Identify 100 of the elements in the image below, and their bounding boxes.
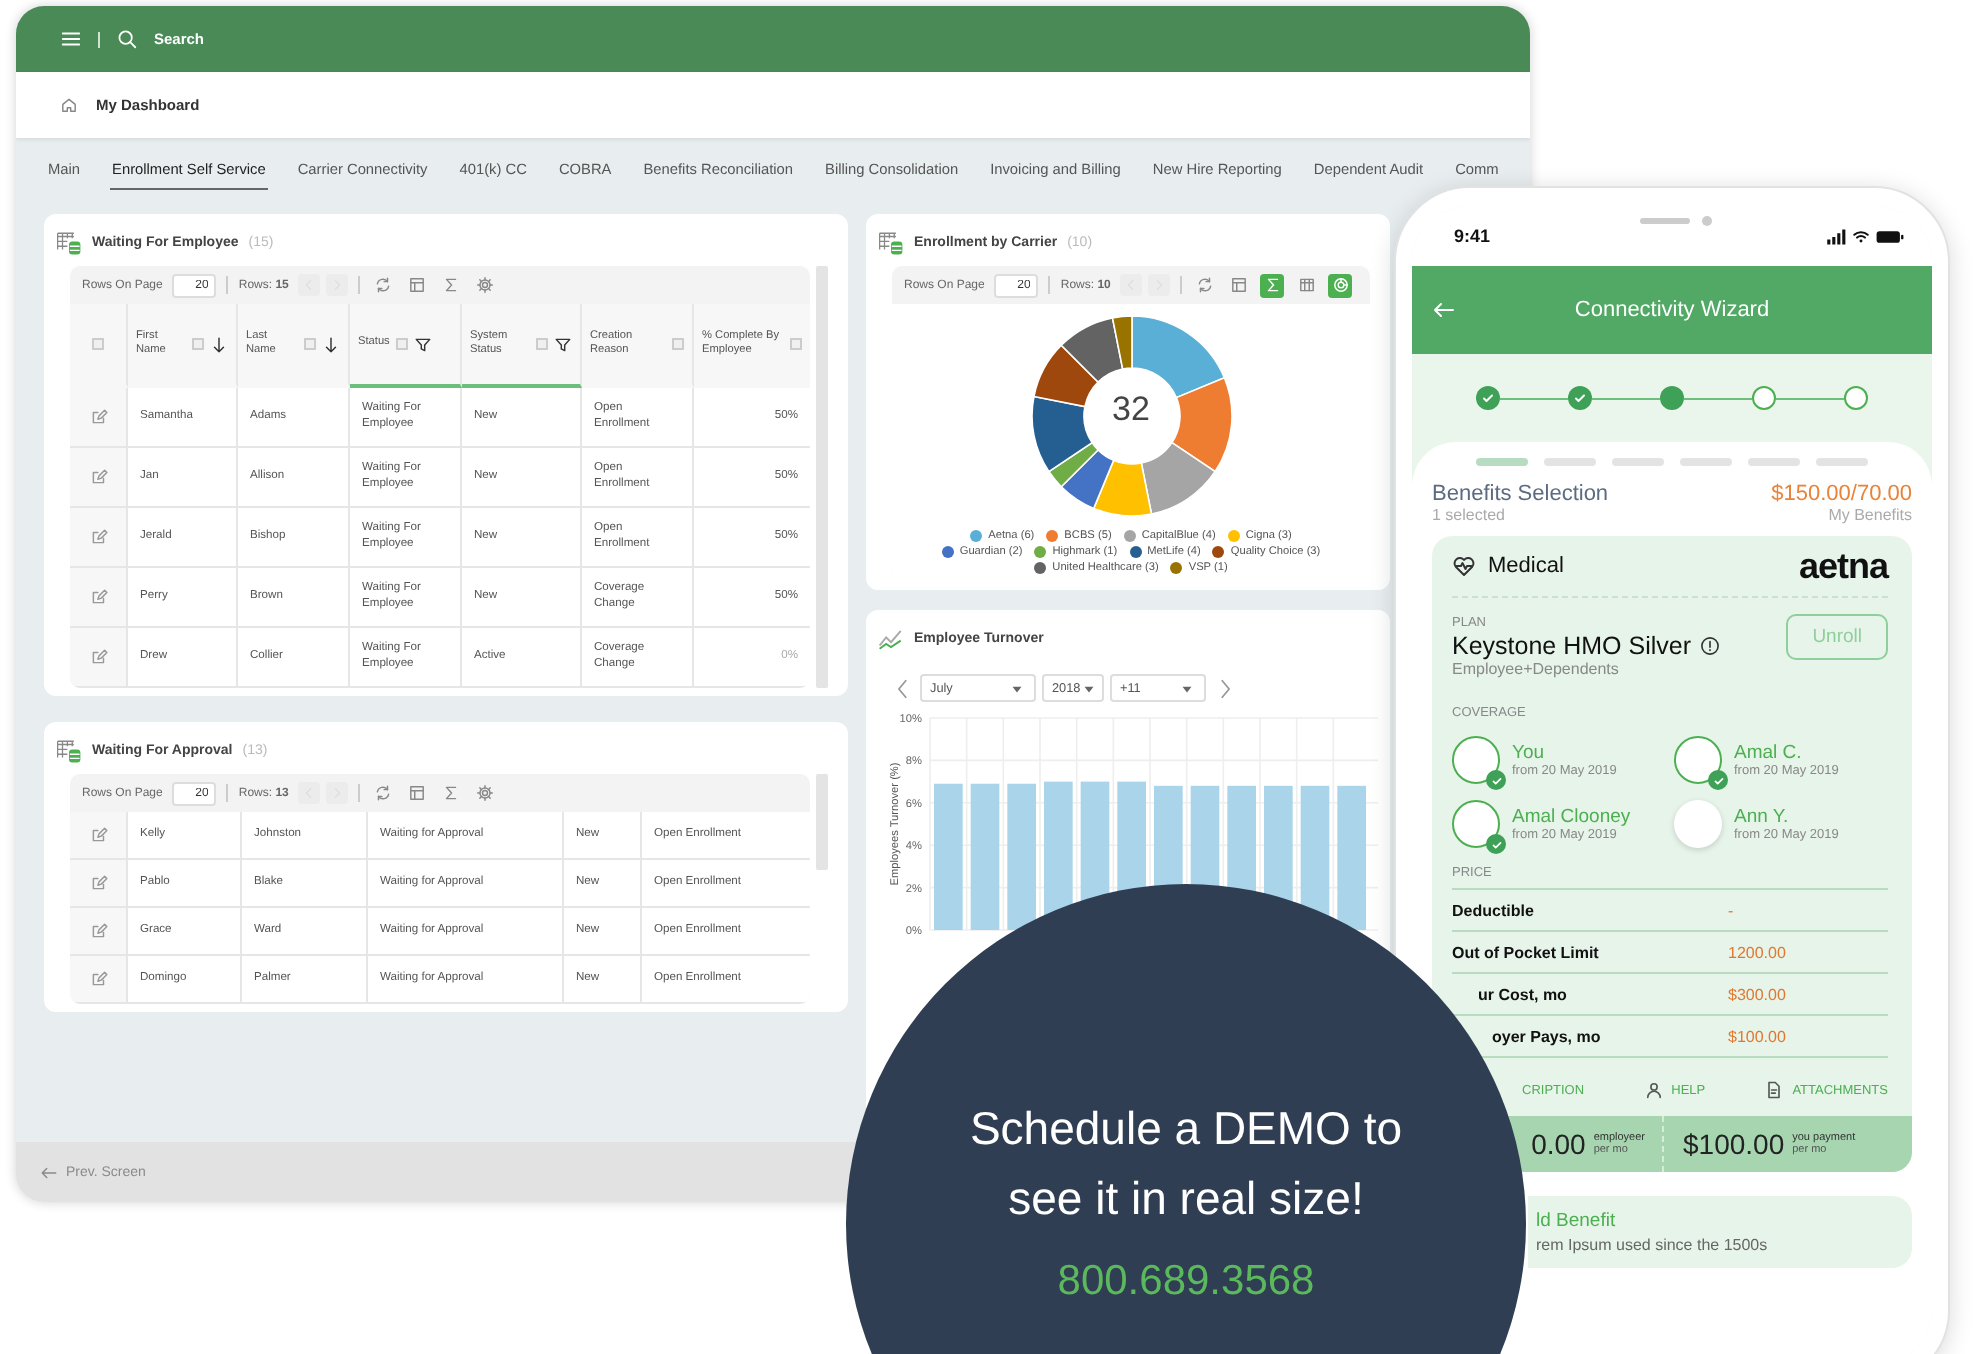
info-icon [1700,635,1721,655]
add-benefit-card[interactable]: ld Benefit rem Ipsum used since the 1500s [1528,1196,1912,1268]
columns-button[interactable] [1226,273,1251,297]
columns-button[interactable] [404,781,429,805]
edit-icon [89,648,107,666]
check-icon [1711,773,1725,787]
columns-button[interactable] [404,273,429,297]
price-value: - [1728,901,1734,919]
donut-total: 32 [1110,390,1152,430]
scrollbar[interactable] [816,266,828,688]
column-menu-checkbox[interactable] [192,338,204,350]
check-badge[interactable] [1486,770,1506,790]
screen-title: Connectivity Wizard [1572,298,1772,322]
edit-icon [89,528,107,546]
settings-icon [475,784,494,802]
column-menu-checkbox[interactable] [395,338,408,350]
edit-icon [89,922,107,940]
battery-icon [1876,227,1904,245]
benefit-category: Medical [1488,554,1564,578]
section-title: Benefits Selection [1432,482,1609,506]
columns-icon [407,276,426,294]
column-menu-checkbox[interactable] [304,338,316,350]
edit-icon [89,408,107,426]
settings-icon [475,276,494,294]
columns-icon [407,784,426,802]
sort-arrow-icon [322,335,340,353]
phone-number[interactable]: 800.689.3568 [1057,1258,1315,1306]
filter-icon [413,335,432,353]
settings-button[interactable] [472,781,497,805]
column-menu-checkbox[interactable] [536,338,548,350]
total-amount: $100.00 [1683,1128,1785,1160]
price-caption: My Benefits [1828,506,1912,524]
check-badge[interactable] [1708,770,1728,790]
price-value: 1200.00 [1728,943,1786,961]
table-button[interactable] [1294,273,1319,297]
edit-icon [89,970,107,988]
columns-icon [1229,276,1248,294]
price-label: oyer Pays, mo [1490,1027,1603,1045]
price-label: Out of Pocket Limit [1452,943,1601,961]
donut-slice [1059,449,1114,510]
promo-text: Schedule a DEMO to see it in real size! [967,1100,1405,1228]
arrow-left-icon [40,1163,58,1181]
carrier-logo: aetna [1798,545,1888,587]
user-icon [1643,1080,1664,1100]
price-value: $300.00 [1728,985,1786,1003]
add-benefit-text: rem Ipsum used since the 1500s [1536,1236,1770,1254]
settings-button[interactable] [472,273,497,297]
check-icon [1489,773,1503,787]
sum-icon [441,276,460,294]
add-benefit-title: ld Benefit [1536,1210,1618,1232]
total-amount: 0.00 [1531,1128,1586,1160]
speaker-grille [1640,217,1690,223]
donut-chart-button[interactable] [1328,273,1353,297]
filter-icon [554,335,572,353]
refresh-icon [1195,276,1214,294]
member-name: You [1512,742,1547,764]
check-badge[interactable] [1486,834,1506,854]
donut-chart-icon [1331,276,1350,294]
camera-dot [1702,215,1712,225]
price-label: ur Cost, mo [1476,985,1569,1003]
member-avatar[interactable] [1452,800,1500,848]
document-icon [1764,1080,1785,1100]
sort-arrow-icon [210,335,228,353]
home-icon [60,96,78,114]
refresh-icon [373,276,392,294]
price-label: Deductible [1452,901,1536,919]
table-database-icon [56,737,82,763]
table-database-icon [878,229,904,255]
edit-icon [89,588,107,606]
donut-slice [1139,441,1215,515]
plan-name: Keystone HMO Silver [1452,631,1691,659]
back-button[interactable] [1432,298,1456,322]
selected-count: 1 selected [1432,506,1505,524]
member-name: Ann Y. [1734,806,1791,828]
plan-subtitle: Employee+Dependents [1452,660,1621,678]
status-time: 9:41 [1454,226,1491,246]
donut-slice [1032,344,1098,408]
arrow-left-icon [1432,298,1456,322]
member-avatar[interactable] [1674,736,1722,784]
price-value: $100.00 [1728,1027,1786,1045]
edit-icon [89,826,107,844]
select-all-checkbox[interactable] [92,338,104,350]
menu-icon [60,28,82,50]
scrollbar[interactable] [816,774,828,870]
heart-pulse-icon [1452,554,1476,578]
line-chart-icon [878,625,904,651]
sum-button[interactable] [1260,273,1285,297]
member-name: Amal C. [1734,742,1804,764]
edit-icon [89,874,107,892]
table-database-icon [56,229,82,255]
signal-icon [1826,227,1846,245]
sum-icon [1263,276,1282,294]
table-icon [1297,276,1316,294]
wifi-icon [1852,227,1870,245]
check-icon [1489,837,1503,851]
column-menu-checkbox[interactable] [790,338,802,350]
column-menu-checkbox[interactable] [672,338,684,350]
menu-button[interactable] [60,28,82,50]
donut-slice [1091,459,1152,517]
member-avatar[interactable] [1452,736,1500,784]
